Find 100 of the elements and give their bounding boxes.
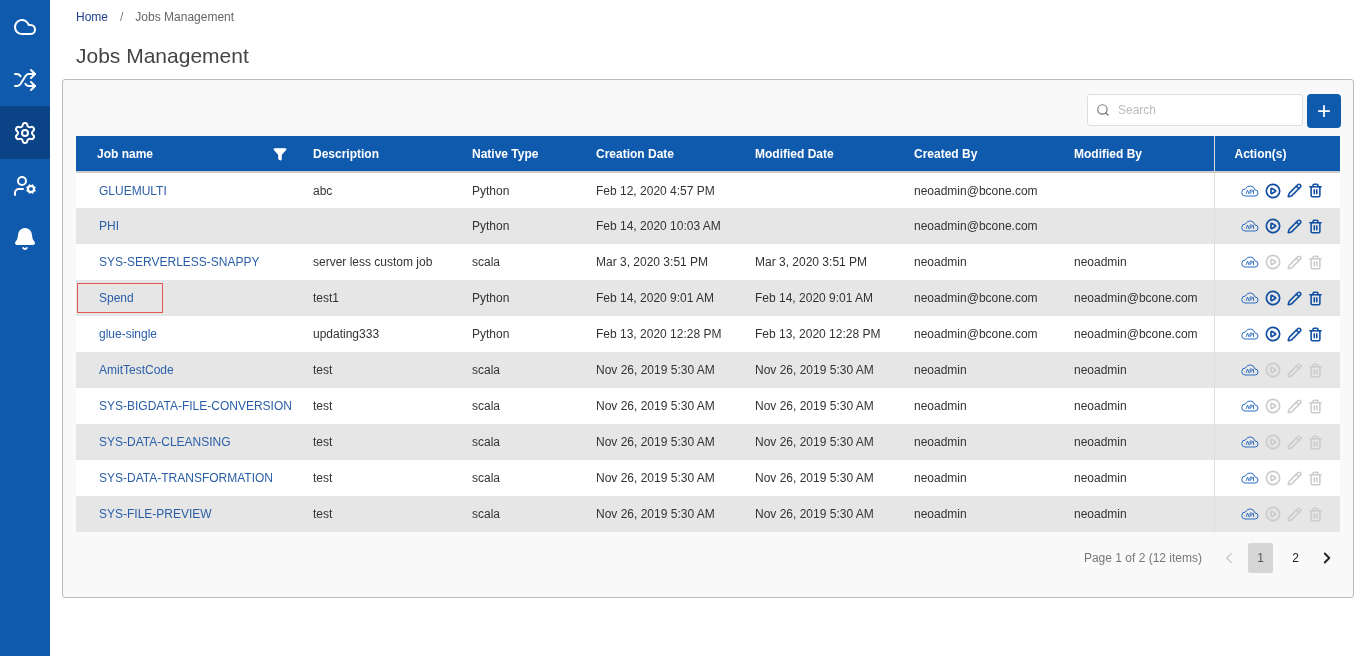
gear-icon (13, 120, 37, 145)
table-cell: abc (313, 183, 333, 198)
table-cell: Feb 14, 2020 9:01 AM (755, 291, 874, 305)
pagination-summary: Page 1 of 2 (12 items) (1083, 550, 1202, 567)
delete-icon[interactable] (1307, 218, 1323, 234)
delete-icon[interactable] (1307, 290, 1323, 306)
job-name-link[interactable]: glue-single (77, 319, 187, 349)
page-button[interactable]: 2 (1283, 543, 1308, 573)
api-cloud-icon[interactable] (1240, 436, 1259, 448)
shuffle-icon (13, 67, 37, 92)
table-row[interactable]: GLUEMULTI abc Python Feb 12, 2020 4:57 PM neoadmin@bcone.com (76, 172, 1340, 208)
table-cell: neoadmin (914, 363, 967, 377)
api-cloud-icon[interactable] (1240, 256, 1259, 268)
column-label: Job name (97, 145, 153, 163)
table-cell: neoadmin (1074, 507, 1127, 521)
table-row[interactable]: SYS-DATA-CLEANSING test scala Nov 26, 2019 5:30 AM Nov 26, 2019 5:30 AM neoadmin neoadmin (76, 424, 1340, 460)
job-name-link[interactable]: GLUEMULTI (77, 175, 196, 206)
column-label: Native Type (472, 145, 539, 163)
edit-icon[interactable] (1286, 218, 1302, 234)
play-icon[interactable] (1264, 326, 1281, 342)
job-name-link[interactable]: AmitTestCode (77, 355, 203, 385)
search-field[interactable]: Search (1087, 94, 1303, 126)
add-button[interactable]: + (1307, 94, 1341, 128)
table-cell: neoadmin@bcone.com (914, 183, 1038, 198)
table-row[interactable]: SYS-DATA-TRANSFORMATION test scala Nov 26, 2019 5:30 AM Nov 26, 2019 5:30 AM neoadmin neoadmin (76, 460, 1340, 496)
table-cell: scala (472, 435, 500, 449)
table-cell: neoadmin (1074, 399, 1127, 413)
table-cell: scala (472, 471, 500, 485)
edit-icon[interactable] (1286, 290, 1302, 306)
breadcrumb-current: Jobs Management (135, 9, 235, 26)
table-row[interactable]: SYS-FILE-PREVIEW test scala Nov 26, 2019 5:30 AM Nov 26, 2019 5:30 AM neoadmin neoadmin (76, 496, 1340, 532)
table-cell: Python (472, 291, 510, 305)
table-row[interactable]: glue-single updating333 Python Feb 13, 2020 12:28 PM Feb 13, 2020 12:28 PM neoadmin@bcone.com neoadmin@bcone.com (76, 316, 1340, 352)
table-cell: neoadmin@bcone.com (1074, 291, 1198, 305)
table-cell: Feb 14, 2020 10:03 AM (596, 219, 721, 233)
delete-icon[interactable] (1307, 183, 1323, 198)
user-icon (13, 173, 37, 198)
play-icon[interactable] (1264, 182, 1281, 199)
table-cell: neoadmin (914, 507, 967, 521)
table-cell: neoadmin (1074, 435, 1127, 449)
api-cloud-icon[interactable] (1240, 328, 1259, 340)
api-cloud-icon[interactable] (1240, 400, 1259, 412)
table-row[interactable]: AmitTestCode test scala Nov 26, 2019 5:30 AM Nov 26, 2019 5:30 AM neoadmin neoadmin (76, 352, 1340, 388)
job-name-link[interactable]: Spend (77, 283, 163, 313)
column-label: Description (313, 145, 379, 163)
table-cell: neoadmin@bcone.com (914, 327, 1038, 341)
column-label: Modified Date (755, 145, 834, 163)
table-row[interactable]: PHI Python Feb 14, 2020 10:03 AM neoadmin@bcone.com (76, 208, 1340, 244)
table-cell: Mar 3, 2020 3:51 PM (596, 255, 709, 269)
api-cloud-icon[interactable] (1240, 508, 1259, 520)
api-cloud-icon[interactable] (1240, 220, 1259, 232)
job-name-link[interactable]: SYS-FILE-PREVIEW (77, 499, 241, 529)
breadcrumb-link[interactable]: Home (76, 8, 108, 26)
page-button[interactable]: 1 (1248, 543, 1273, 573)
table-cell: Python (472, 327, 510, 341)
table-cell: Nov 26, 2019 5:30 AM (755, 471, 874, 485)
edit-icon[interactable] (1286, 326, 1302, 342)
column-label: Created By (914, 145, 978, 163)
table-cell: test (313, 435, 333, 449)
table-cell: scala (472, 399, 500, 413)
table-row[interactable]: SYS-SERVERLESS-SNAPPY server less custom job scala Mar 3, 2020 3:51 PM Mar 3, 2020 3:51 PM neoadmin neoadmin (76, 244, 1340, 280)
table-cell: Python (472, 183, 510, 198)
job-name-link[interactable]: SYS-DATA-TRANSFORMATION (77, 463, 302, 493)
table-cell: Nov 26, 2019 5:30 AM (596, 471, 715, 485)
table-cell: scala (472, 507, 500, 521)
table-cell: neoadmin (914, 255, 967, 269)
table-row[interactable]: SYS-BIGDATA-FILE-CONVERSION test scala Nov 26, 2019 5:30 AM Nov 26, 2019 5:30 AM neoadmin neoadmin (76, 388, 1340, 424)
table-row[interactable]: Spend test1 Python Feb 14, 2020 9:01 AM Feb 14, 2020 9:01 AM neoadmin@bcone.com neoadmin@bcone.com (76, 280, 1340, 316)
table-cell: neoadmin (1074, 255, 1127, 269)
job-name-link[interactable]: SYS-DATA-CLEANSING (77, 427, 260, 457)
play-icon[interactable] (1264, 290, 1281, 306)
delete-icon[interactable] (1307, 326, 1323, 342)
table-cell: Feb 13, 2020 12:28 PM (596, 327, 722, 341)
bell-icon (13, 226, 37, 251)
table-cell: Nov 26, 2019 5:30 AM (755, 507, 874, 521)
api-cloud-icon[interactable] (1240, 364, 1259, 376)
table-cell: test (313, 363, 333, 377)
table-cell: Feb 13, 2020 12:28 PM (755, 327, 881, 341)
table-cell: Nov 26, 2019 5:30 AM (755, 363, 874, 377)
table-cell: scala (472, 363, 500, 377)
api-cloud-icon[interactable] (1240, 292, 1259, 304)
table-cell: neoadmin@bcone.com (1074, 327, 1198, 341)
column-label: Action(s) (1233, 145, 1287, 163)
breadcrumb-separator: / (120, 9, 124, 26)
sidebar-item[interactable] (0, 106, 50, 159)
table-cell: neoadmin (1074, 471, 1127, 485)
table-cell: Feb 14, 2020 9:01 AM (596, 291, 715, 305)
column-label: Modified By (1074, 145, 1142, 163)
api-cloud-icon[interactable] (1240, 472, 1259, 484)
table-cell: Nov 26, 2019 5:30 AM (596, 435, 715, 449)
job-name-link[interactable]: PHI (77, 211, 148, 241)
table-cell: test1 (313, 291, 339, 305)
filter-icon[interactable] (273, 146, 287, 161)
play-icon[interactable] (1264, 218, 1281, 234)
job-name-link[interactable]: SYS-SERVERLESS-SNAPPY (77, 247, 289, 277)
table-cell: Feb 12, 2020 4:57 PM (596, 183, 715, 198)
edit-icon[interactable] (1286, 183, 1302, 198)
search-icon (1096, 103, 1110, 117)
api-cloud-icon[interactable] (1240, 184, 1259, 197)
table-cell: Nov 26, 2019 5:30 AM (755, 435, 874, 449)
